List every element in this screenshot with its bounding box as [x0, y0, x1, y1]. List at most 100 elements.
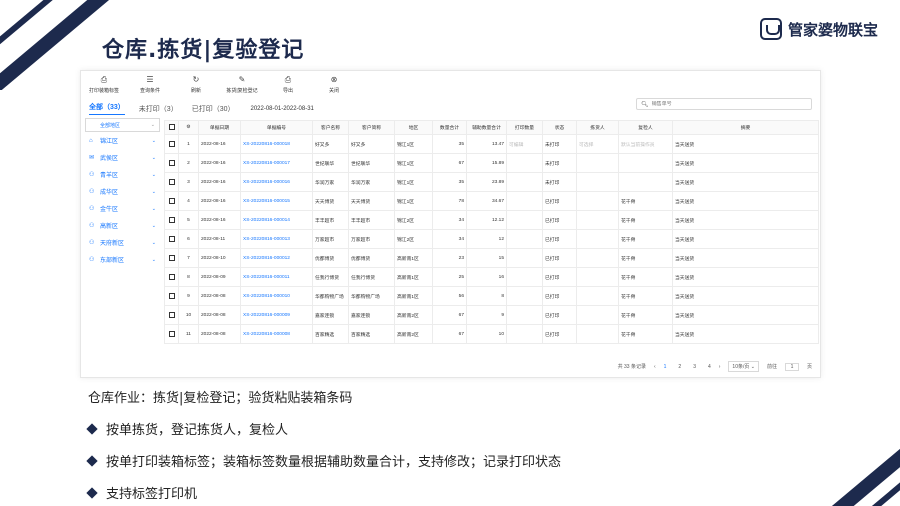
cell-rechecker[interactable]: 花千骨: [618, 191, 673, 211]
cell-picker[interactable]: [576, 324, 619, 344]
sidebar-item-region[interactable]: ⚇ 青羊区 ⌄: [85, 166, 160, 183]
cell-print-qty[interactable]: [506, 172, 543, 192]
cell-order-no[interactable]: XS-20220816-000014: [240, 210, 313, 230]
table-row[interactable]: 9 2022-08-08 XS-20220816-000010 华都购物广场 华都购物广…: [164, 286, 819, 306]
row-checkbox[interactable]: [164, 191, 179, 211]
row-checkbox[interactable]: [164, 324, 179, 344]
header-rechecker[interactable]: 复检人: [618, 120, 673, 135]
cell-print-qty[interactable]: [506, 305, 543, 325]
chevron-down-icon[interactable]: ⌄: [152, 206, 156, 212]
pick-recheck-button[interactable]: ✎ 拣货|复检登记: [219, 75, 265, 94]
cell-picker[interactable]: 可选择: [576, 134, 619, 154]
cell-order-no[interactable]: XS-20220816-000012: [240, 248, 313, 268]
cell-picker[interactable]: [576, 286, 619, 306]
cell-print-qty[interactable]: [506, 153, 543, 173]
cell-rechecker[interactable]: [618, 153, 673, 173]
cell-print-qty[interactable]: [506, 324, 543, 344]
cell-print-qty[interactable]: [506, 286, 543, 306]
next-page-chevron-right-icon[interactable]: ›: [719, 364, 721, 370]
sidebar-item-region[interactable]: ⚇ 高新区 ⌄: [85, 217, 160, 234]
cell-rechecker[interactable]: 花千骨: [618, 210, 673, 230]
chevron-down-icon[interactable]: ⌄: [152, 155, 156, 161]
query-button[interactable]: ☰ 查询条件: [127, 75, 173, 94]
sidebar-item-region[interactable]: ✉ 武侯区 ⌄: [85, 149, 160, 166]
cell-order-no[interactable]: XS-20220816-000010: [240, 286, 313, 306]
cell-picker[interactable]: [576, 229, 619, 249]
cell-rechecker[interactable]: 花千骨: [618, 267, 673, 287]
cell-order-no[interactable]: XS-20220816-000016: [240, 172, 313, 192]
sidebar-item-region[interactable]: ⚇ 成华区 ⌄: [85, 183, 160, 200]
cell-picker[interactable]: [576, 191, 619, 211]
chevron-down-icon[interactable]: ⌄: [152, 138, 156, 144]
close-button[interactable]: ⊗ 关闭: [311, 75, 357, 94]
table-row[interactable]: 8 2022-08-09 XS-20220816-000011 任我行博货 任我行博货高…: [164, 267, 819, 287]
cell-print-qty[interactable]: [506, 191, 543, 211]
cell-rechecker[interactable]: 花千骨: [618, 305, 673, 325]
cell-order-no[interactable]: XS-20220816-000017: [240, 153, 313, 173]
cell-picker[interactable]: [576, 305, 619, 325]
cell-order-no[interactable]: XS-20220816-000018: [240, 134, 313, 154]
header-picker[interactable]: 拣货人: [576, 120, 619, 135]
header-customer-name[interactable]: 客户名称: [312, 120, 349, 135]
search-box[interactable]: 🔍︎: [636, 98, 812, 110]
cell-rechecker[interactable]: 花千骨: [618, 286, 673, 306]
cell-rechecker[interactable]: 花千骨: [618, 324, 673, 344]
row-checkbox[interactable]: [164, 210, 179, 230]
page-size-select[interactable]: 10条/页 ⌄: [728, 361, 759, 372]
cell-print-qty[interactable]: [506, 267, 543, 287]
row-checkbox[interactable]: [164, 286, 179, 306]
cell-print-qty[interactable]: 可编辑: [506, 134, 543, 154]
cell-order-no[interactable]: XS-20220816-000015: [240, 191, 313, 211]
cell-rechecker[interactable]: 花千骨: [618, 248, 673, 268]
region-select[interactable]: 全部地区 ⌄: [85, 118, 160, 132]
tab-unprinted[interactable]: 未打印（3）: [139, 104, 178, 114]
table-row[interactable]: 6 2022-08-11 XS-20220816-000013 万家超市 万家超市 锦江2…: [164, 229, 819, 249]
table-row[interactable]: 7 2022-08-10 XS-20220816-000012 优都博货 优都博货 高新南…: [164, 248, 819, 268]
sidebar-item-region[interactable]: ⌂ 锦江区 ⌄: [85, 132, 160, 149]
refresh-button[interactable]: ↻ 刷新: [173, 75, 219, 94]
header-date[interactable]: 单据日期: [198, 120, 241, 135]
chevron-down-icon[interactable]: ⌄: [152, 223, 156, 229]
row-checkbox[interactable]: [164, 305, 179, 325]
table-row[interactable]: 3 2022-08-16 XS-20220816-000016 华润万家 华润万家 锦江1…: [164, 172, 819, 192]
table-row[interactable]: 5 2022-08-16 XS-20220816-000014 丰丰超市 丰丰超市 锦江2…: [164, 210, 819, 230]
sidebar-item-region[interactable]: ⚇ 天府新区 ⌄: [85, 234, 160, 251]
header-aux-qty-total[interactable]: 辅助数量合计: [466, 120, 507, 135]
header-status[interactable]: 状态: [542, 120, 577, 135]
header-region[interactable]: 地区: [394, 120, 433, 135]
select-all-checkbox[interactable]: [164, 120, 179, 135]
column-settings-gear-icon[interactable]: ⚙: [178, 120, 199, 135]
header-summary[interactable]: 摘要: [672, 120, 819, 135]
row-checkbox[interactable]: [164, 229, 179, 249]
cell-rechecker[interactable]: 默认当前操作员: [618, 134, 673, 154]
cell-rechecker[interactable]: [618, 172, 673, 192]
row-checkbox[interactable]: [164, 248, 179, 268]
cell-order-no[interactable]: XS-20220816-000013: [240, 229, 313, 249]
row-checkbox[interactable]: [164, 267, 179, 287]
export-button[interactable]: ⎙ 导出: [265, 75, 311, 94]
table-row[interactable]: 4 2022-08-16 XS-20220816-000015 天天博货 天天博货 锦江1…: [164, 191, 819, 211]
table-row[interactable]: 11 2022-08-08 XS-20220816-000008 百家精选 百家精选 高新…: [164, 324, 819, 344]
page-number[interactable]: 4: [708, 364, 711, 370]
prev-page-chevron-left-icon[interactable]: ‹: [654, 364, 656, 370]
cell-order-no[interactable]: XS-20220816-000011: [240, 267, 313, 287]
header-customer-short[interactable]: 客户简称: [348, 120, 395, 135]
row-checkbox[interactable]: [164, 153, 179, 173]
date-range[interactable]: 2022-08-01-2022-08-31: [251, 106, 314, 112]
header-order-no[interactable]: 单据编号: [240, 120, 313, 135]
cell-order-no[interactable]: XS-20220816-000009: [240, 305, 313, 325]
row-checkbox[interactable]: [164, 134, 179, 154]
table-row[interactable]: 1 2022-08-16 XS-20220816-000018 好又多 好又多 锦江1区 3…: [164, 134, 819, 154]
page-number[interactable]: 1: [664, 364, 667, 370]
cell-picker[interactable]: [576, 172, 619, 192]
chevron-down-icon[interactable]: ⌄: [152, 257, 156, 263]
chevron-down-icon[interactable]: ⌄: [152, 172, 156, 178]
cell-print-qty[interactable]: [506, 248, 543, 268]
sidebar-item-region[interactable]: ⚇ 金牛区 ⌄: [85, 200, 160, 217]
row-checkbox[interactable]: [164, 172, 179, 192]
tab-printed[interactable]: 已打印（30）: [192, 104, 235, 114]
table-row[interactable]: 10 2022-08-08 XS-20220816-000009 嘉家连锁 嘉家连锁 高新…: [164, 305, 819, 325]
cell-picker[interactable]: [576, 210, 619, 230]
tab-all[interactable]: 全部（33）: [89, 102, 125, 115]
chevron-down-icon[interactable]: ⌄: [152, 240, 156, 246]
